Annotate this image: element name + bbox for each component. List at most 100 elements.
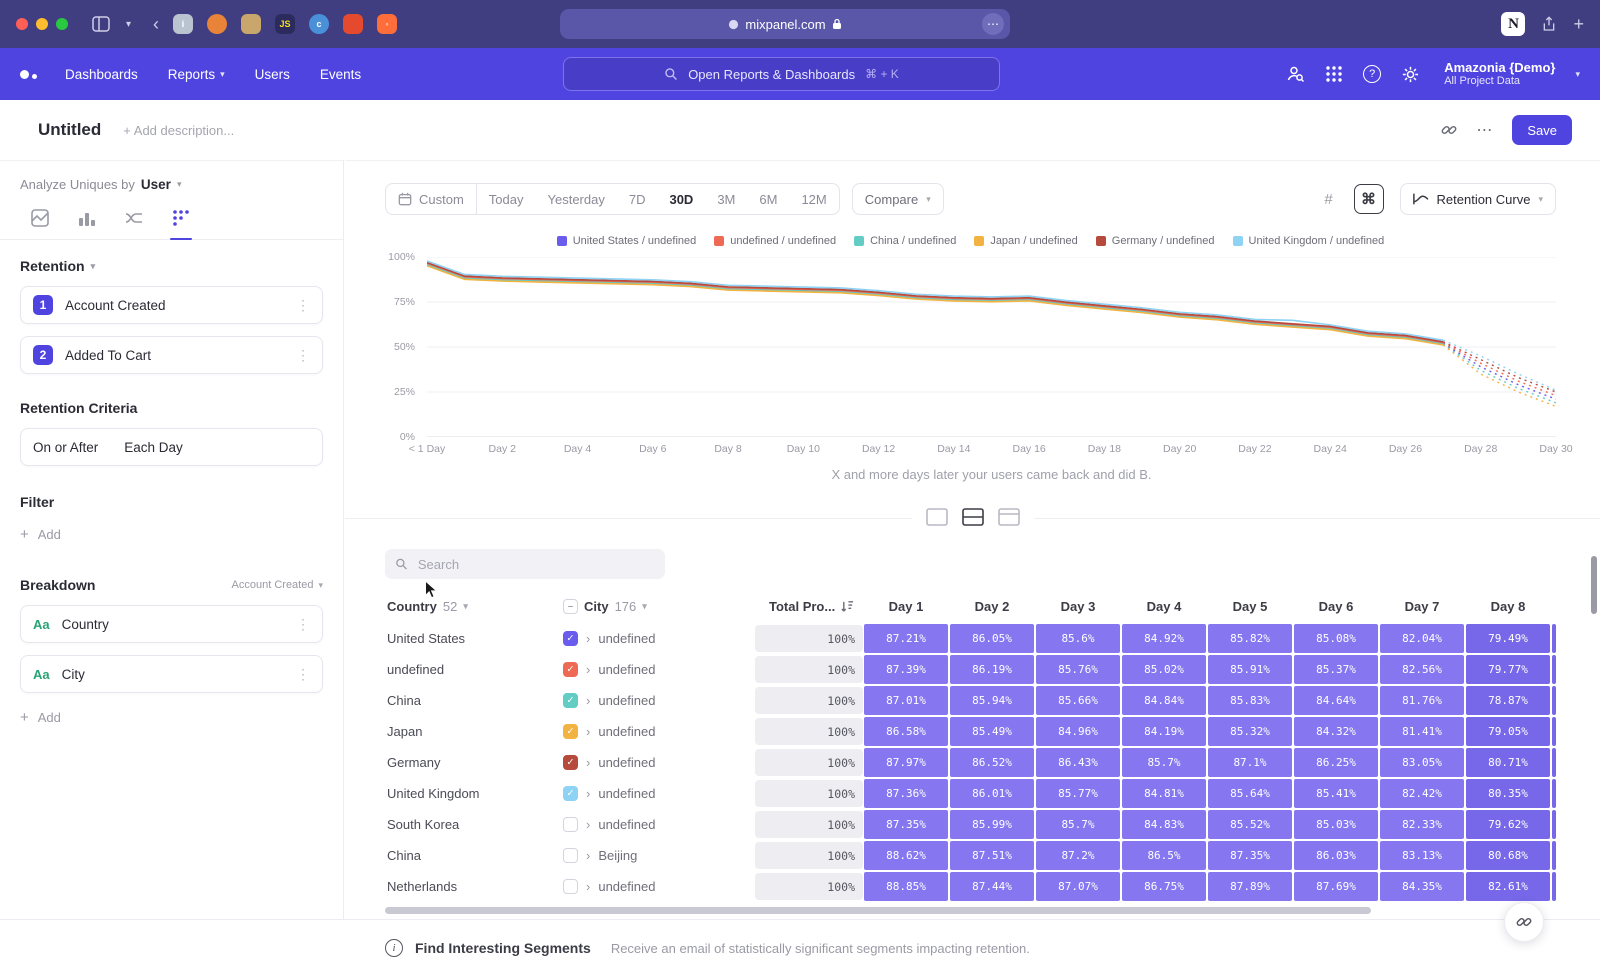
compare-button[interactable]: Compare ▾ (852, 183, 944, 215)
city-column-header[interactable]: – City 176 ▾ (563, 599, 755, 614)
date-range-yesterday[interactable]: Yesterday (536, 184, 617, 214)
page-settings-icon[interactable]: ⋯ (982, 13, 1004, 35)
retention-value-cell[interactable]: 85.7% (1035, 809, 1121, 840)
retention-value-cell[interactable]: 87.97% (863, 747, 949, 778)
search-input[interactable] (416, 556, 655, 573)
legend-item[interactable]: undefined / undefined (714, 235, 836, 247)
breakdown-card-city[interactable]: Aa City ⋮ (20, 655, 323, 693)
retention-value-cell[interactable]: 85.82% (1207, 623, 1293, 654)
chart-type-dropdown[interactable]: Retention Curve ▾ (1400, 183, 1556, 215)
retention-value-cell[interactable]: 79.05% (1465, 716, 1551, 747)
retention-value-cell[interactable]: 85.7% (1121, 747, 1207, 778)
date-range-6m[interactable]: 6M (747, 184, 789, 214)
row-checkbox[interactable] (563, 817, 578, 832)
retention-section-title[interactable]: Retention (20, 258, 85, 274)
kebab-menu-icon[interactable]: ⋮ (296, 666, 310, 683)
breakdown-card-country[interactable]: Aa Country ⋮ (20, 605, 323, 643)
row-checkbox[interactable]: ✓ (563, 724, 578, 739)
retention-value-cell[interactable]: 86.5% (1121, 840, 1207, 871)
country-cell[interactable]: United States (385, 631, 563, 646)
horizontal-scrollbar[interactable] (385, 907, 1371, 914)
expand-row-icon[interactable]: › (586, 879, 590, 894)
global-search[interactable]: Open Reports & Dashboards ⌘ + K (563, 57, 1000, 91)
share-icon[interactable] (1541, 15, 1557, 33)
retention-value-cell[interactable]: 86.03% (1293, 840, 1379, 871)
retention-value-cell[interactable]: 87.36% (863, 778, 949, 809)
retention-value-cell[interactable]: 87.69% (1293, 871, 1379, 902)
retention-value-cell[interactable]: 85.66% (1035, 685, 1121, 716)
retention-value-cell[interactable]: 82.04% (1379, 623, 1465, 654)
expand-row-icon[interactable]: › (586, 631, 590, 646)
date-range-7d[interactable]: 7D (617, 184, 658, 214)
retention-value-cell[interactable]: 82.33% (1379, 809, 1465, 840)
criteria-interval-dropdown[interactable]: Each Day (124, 440, 183, 455)
tab-funnels[interactable] (77, 208, 97, 228)
legend-item[interactable]: Germany / undefined (1096, 235, 1215, 247)
retention-value-cell[interactable]: 85.77% (1035, 778, 1121, 809)
retention-value-cell[interactable]: 83.05% (1379, 747, 1465, 778)
notion-extension-icon[interactable]: N (1501, 12, 1525, 36)
criteria-condition-dropdown[interactable]: On or After (33, 440, 98, 455)
retention-value-cell[interactable]: 79.62% (1465, 809, 1551, 840)
apps-grid-icon[interactable] (1325, 65, 1343, 83)
extension-icon[interactable]: i (173, 14, 193, 34)
expand-row-icon[interactable]: › (586, 817, 590, 832)
retention-value-cell[interactable]: 84.19% (1121, 716, 1207, 747)
expand-row-icon[interactable]: › (586, 662, 590, 677)
retention-value-cell[interactable]: 87.35% (863, 809, 949, 840)
step-card-account-created[interactable]: 1 Account Created ⋮ (20, 286, 323, 324)
extension-icon[interactable]: ◦ (377, 14, 397, 34)
expand-row-icon[interactable]: › (586, 786, 590, 801)
day-column-header[interactable]: Day 7 (1379, 599, 1465, 614)
retention-value-cell[interactable]: 84.35% (1379, 871, 1465, 902)
country-cell[interactable]: South Korea (385, 817, 563, 832)
retention-value-cell[interactable]: 78.87% (1465, 685, 1551, 716)
day-column-header[interactable]: Day 8 (1465, 599, 1551, 614)
country-cell[interactable]: United Kingdom (385, 786, 563, 801)
expand-row-icon[interactable]: › (586, 724, 590, 739)
retention-value-cell[interactable]: 87.01% (863, 685, 949, 716)
row-checkbox[interactable] (563, 848, 578, 863)
retention-value-cell[interactable]: 79.77% (1465, 654, 1551, 685)
retention-value-cell[interactable]: 85.03% (1293, 809, 1379, 840)
retention-value-cell[interactable]: 84.92% (1121, 623, 1207, 654)
retention-value-cell[interactable]: 87.51% (949, 840, 1035, 871)
country-cell[interactable]: China (385, 693, 563, 708)
retention-value-cell[interactable]: 85.08% (1293, 623, 1379, 654)
retention-value-cell[interactable]: 86.43% (1035, 747, 1121, 778)
retention-value-cell[interactable]: 85.91% (1207, 654, 1293, 685)
address-bar[interactable]: mixpanel.com ⋯ (560, 9, 1010, 39)
nav-events[interactable]: Events (320, 67, 361, 82)
analyze-entity-dropdown[interactable]: User (141, 177, 171, 192)
expand-row-icon[interactable]: › (586, 693, 590, 708)
retention-value-cell[interactable]: 83.13% (1379, 840, 1465, 871)
nav-dashboards[interactable]: Dashboards (65, 67, 138, 82)
mixpanel-logo[interactable] (20, 70, 37, 79)
segments-title[interactable]: Find Interesting Segments (415, 940, 591, 956)
retention-value-cell[interactable]: 84.81% (1121, 778, 1207, 809)
extension-icon[interactable] (241, 14, 261, 34)
chart-plot-area[interactable] (427, 257, 1556, 437)
expand-row-icon[interactable]: › (586, 755, 590, 770)
retention-value-cell[interactable]: 87.89% (1207, 871, 1293, 902)
zoom-window-button[interactable] (56, 18, 68, 30)
nav-reports[interactable]: Reports▾ (168, 67, 225, 82)
minimize-window-button[interactable] (36, 18, 48, 30)
tab-insights[interactable] (30, 208, 50, 228)
legend-item[interactable]: Japan / undefined (974, 235, 1077, 247)
day-column-header[interactable]: Day 1 (863, 599, 949, 614)
add-filter-button[interactable]: + Add (20, 526, 323, 543)
retention-value-cell[interactable]: 85.49% (949, 716, 1035, 747)
retention-value-cell[interactable]: 87.21% (863, 623, 949, 654)
retention-value-cell[interactable]: 79.49% (1465, 623, 1551, 654)
country-cell[interactable]: Japan (385, 724, 563, 739)
keyboard-shortcuts-icon[interactable]: ⌘ (1354, 184, 1384, 214)
day-column-header[interactable]: Day 3 (1035, 599, 1121, 614)
kebab-menu-icon[interactable]: ⋮ (296, 297, 310, 314)
page-title[interactable]: Untitled (38, 120, 101, 140)
day-column-header[interactable]: Day 2 (949, 599, 1035, 614)
add-description[interactable]: + Add description... (123, 123, 234, 138)
back-button[interactable]: ‹ (153, 14, 159, 35)
tab-retention[interactable] (171, 208, 191, 228)
retention-value-cell[interactable]: 87.35% (1207, 840, 1293, 871)
